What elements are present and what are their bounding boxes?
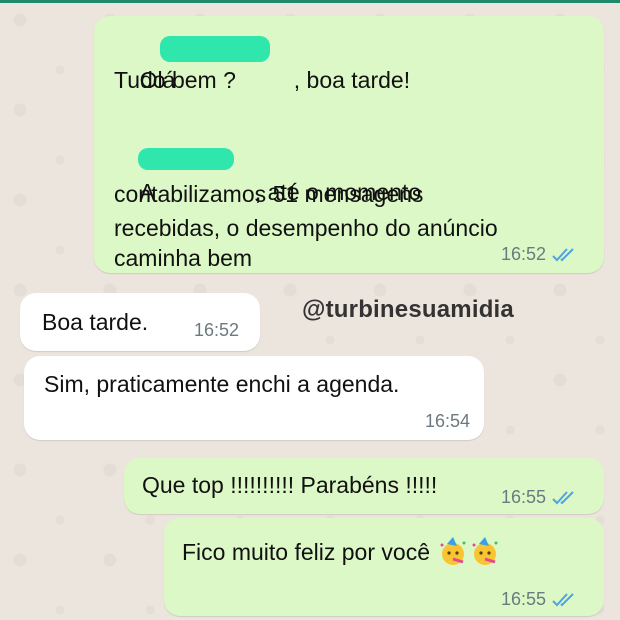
read-ticks-icon (552, 490, 574, 504)
message-bubble-outgoing[interactable]: Fico muito feliz por você 16:55 (164, 518, 604, 616)
message-text: , boa tarde! (293, 67, 411, 93)
read-ticks-icon (552, 247, 574, 261)
message-bubble-incoming[interactable]: Sim, praticamente enchi a agenda. 16:54 (24, 356, 484, 440)
message-time: 16:54 (424, 411, 470, 431)
message-bubble-outgoing[interactable]: Olá , boa tarde! Tudo bem ? A, até o mom… (94, 16, 604, 273)
party-face-icon (440, 537, 466, 565)
message-time: 16:52 (194, 320, 240, 340)
message-bubble-outgoing[interactable]: Que top !!!!!!!!!! Parabéns !!!!! 16:55 (124, 458, 604, 514)
read-ticks-icon (552, 592, 574, 606)
party-face-icon (472, 537, 498, 565)
message-bubble-incoming[interactable]: Boa tarde. 16:52 (20, 293, 260, 351)
message-time: 16:55 (500, 487, 546, 507)
watermark-handle: @turbinesuamidia (302, 296, 514, 323)
message-text: caminha bem (114, 245, 253, 271)
message-text: contabilizamos 51 mensagens (114, 181, 424, 207)
message-text: Tudo bem ? (114, 67, 236, 93)
message-time: 16:55 (500, 589, 546, 609)
redacted-name (160, 36, 270, 62)
message-text: Boa tarde. (42, 309, 149, 335)
header-edge (0, 0, 620, 3)
message-time: 16:52 (500, 244, 546, 264)
message-text: Fico muito feliz por você (182, 539, 430, 565)
message-text: Que top !!!!!!!!!! Parabéns !!!!! (142, 472, 438, 498)
message-text: recebidas, o desempenho do anúncio (114, 215, 498, 241)
message-text: Sim, praticamente enchi a agenda. (44, 371, 400, 397)
redacted-name (138, 148, 234, 170)
